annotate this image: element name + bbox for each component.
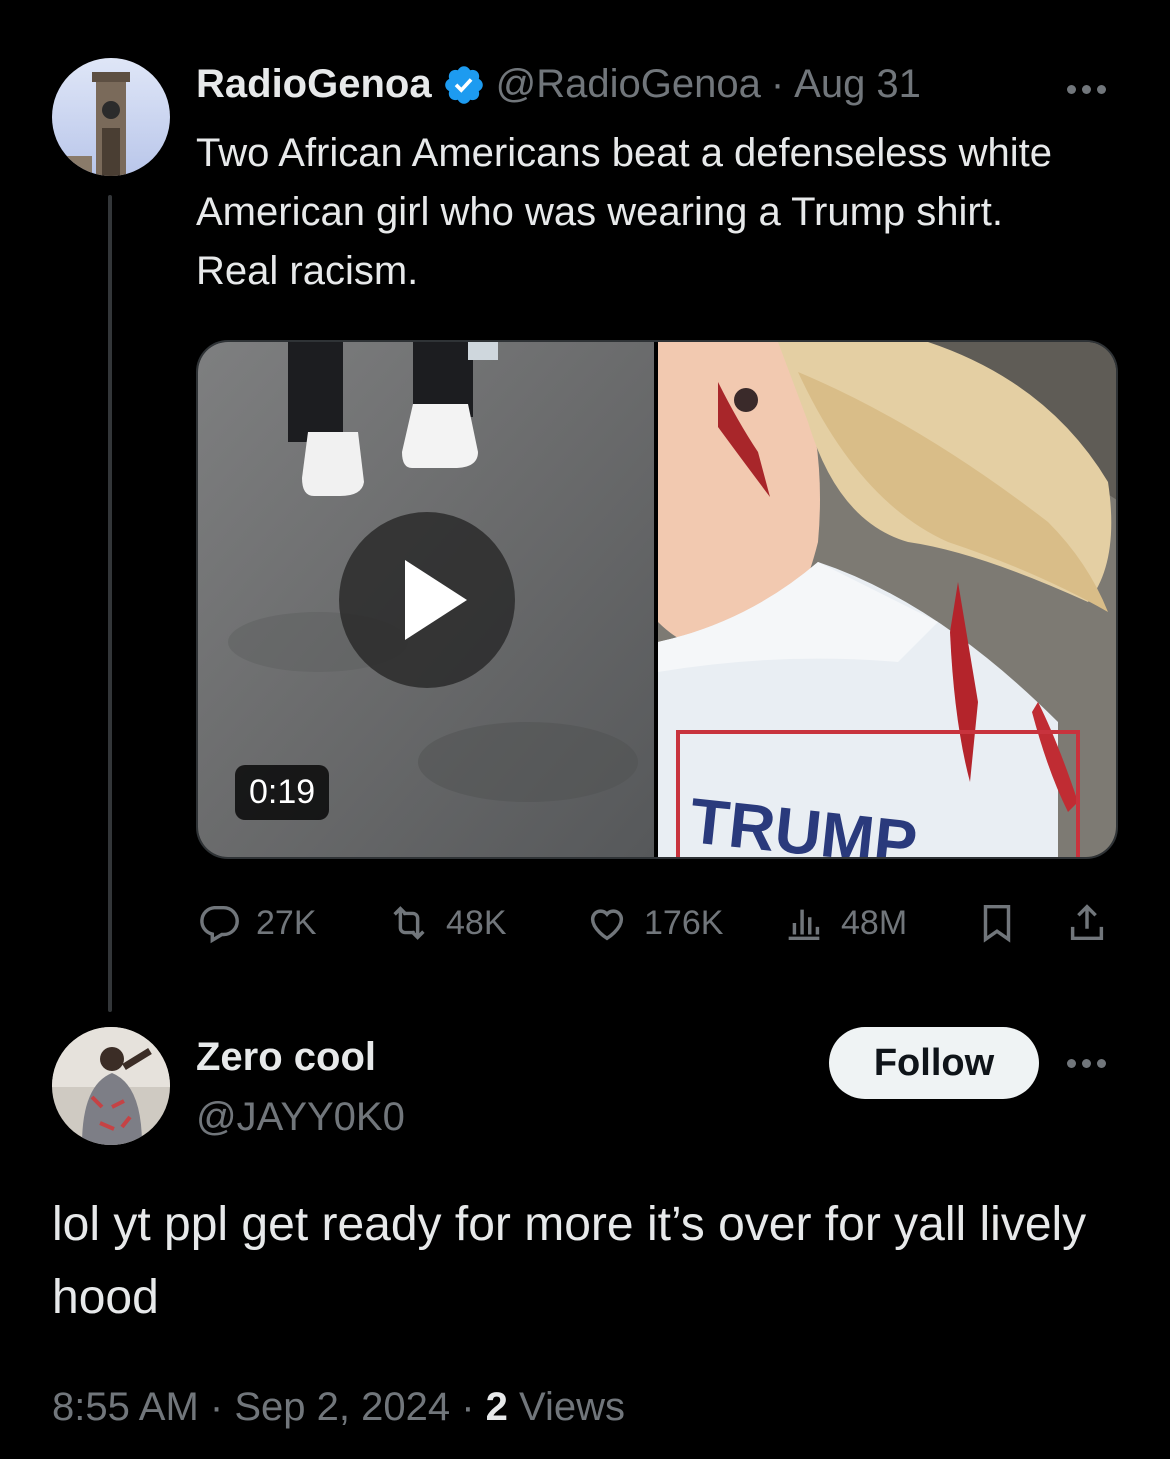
like-count: 176K	[644, 903, 724, 942]
video-duration: 0:19	[235, 765, 330, 820]
thread-line	[108, 195, 112, 1012]
like-icon	[590, 909, 624, 941]
reply-text: lol yt ppl get ready for more it’s over …	[52, 1198, 1087, 1324]
reply-meta: 8:55 AM · Sep 2, 2024 · 2 Views	[52, 1385, 625, 1430]
reply-avatar[interactable]	[52, 1027, 170, 1145]
repost-icon	[393, 906, 425, 940]
tweet-header: RadioGenoa @RadioGenoa · Aug 31	[196, 62, 921, 107]
tweet-media[interactable]: 0:19 TRUMP	[196, 340, 1118, 859]
video-thumbnail[interactable]: 0:19	[198, 342, 654, 857]
original-handle[interactable]: @RadioGenoa	[496, 62, 761, 107]
header-separator: ·	[770, 62, 785, 106]
meta-separator: ·	[209, 1385, 224, 1429]
bookmark-icon	[983, 904, 1011, 943]
reply-views-label: Views	[519, 1385, 626, 1429]
original-date[interactable]: Aug 31	[794, 62, 921, 107]
reply-more-icon[interactable]	[1067, 1059, 1106, 1068]
follow-button[interactable]: Follow	[829, 1027, 1039, 1099]
share-icon	[1070, 904, 1104, 941]
reply-count: 27K	[256, 903, 317, 942]
verified-icon	[442, 63, 486, 107]
views-action[interactable]: 48M	[781, 900, 907, 946]
reply-display-name[interactable]: Zero cool	[196, 1035, 376, 1080]
original-avatar[interactable]	[52, 58, 170, 176]
reply-action[interactable]: 27K	[196, 900, 317, 946]
views-icon	[788, 909, 820, 941]
reply-date[interactable]: Sep 2, 2024	[234, 1385, 450, 1429]
meta-separator: ·	[461, 1385, 475, 1429]
original-display-name[interactable]: RadioGenoa	[196, 62, 432, 107]
play-icon[interactable]	[339, 512, 515, 688]
share-action[interactable]	[1064, 900, 1110, 946]
tweet-actions: 27K 48K 176K 48M	[196, 900, 1118, 960]
original-tweet-text: Two African Americans beat a defenseless…	[196, 131, 1053, 293]
reply-time[interactable]: 8:55 AM	[52, 1385, 199, 1429]
reply-icon	[200, 905, 239, 944]
repost-count: 48K	[446, 903, 507, 942]
views-count: 48M	[841, 903, 908, 942]
like-action[interactable]: 176K	[584, 900, 723, 946]
reply-handle[interactable]: @JAYY0K0	[196, 1095, 405, 1140]
reply-views-count: 2	[485, 1385, 508, 1429]
bookmark-action[interactable]	[974, 900, 1020, 946]
more-icon[interactable]	[1067, 85, 1106, 94]
repost-action[interactable]: 48K	[386, 900, 507, 946]
photo-thumbnail[interactable]: TRUMP	[658, 342, 1116, 857]
